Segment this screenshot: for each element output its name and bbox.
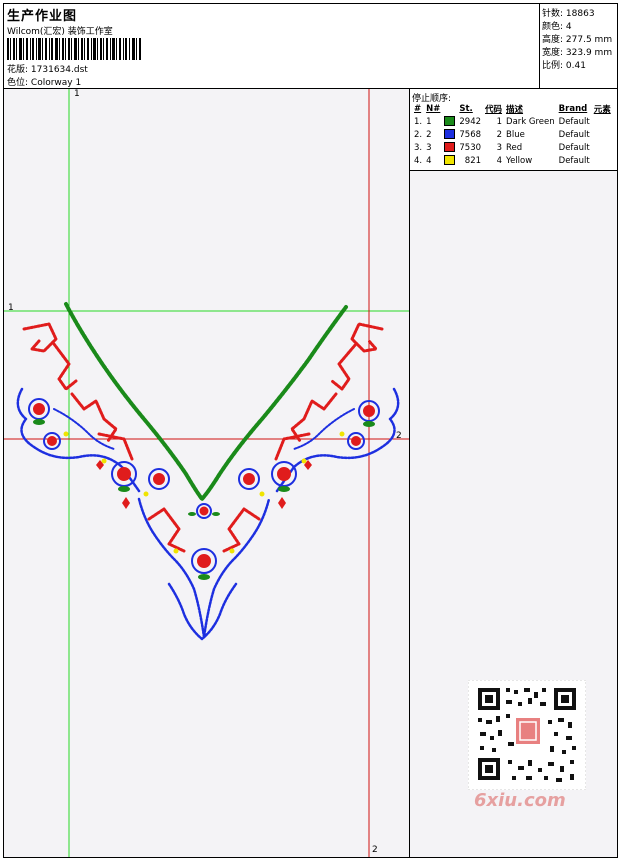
row-desc: Blue: [506, 129, 525, 140]
row-index: 4.: [414, 155, 423, 166]
colorway-line: 色位: Colorway 1: [7, 75, 81, 88]
row-element: [592, 115, 613, 128]
table-header-row: # N# St. 代码 描述 Brand 元素: [412, 102, 613, 115]
table-row: 2. 2 7568 2 Blue Default: [412, 128, 613, 141]
stat-height: 高度: 277.5 mm: [542, 32, 612, 45]
stat-value: 4: [565, 22, 572, 32]
color-table: # N# St. 代码 描述 Brand 元素 1. 1 2942 1 Dark…: [412, 102, 613, 167]
row-brand: Default: [558, 155, 590, 166]
header-info: 生产作业图 Wilcom(汇宏) 装饰工作室 花版: 1731634.dst 色…: [4, 4, 540, 89]
design-line: 花版: 1731634.dst: [7, 62, 88, 75]
color-swatch: [442, 141, 457, 154]
stat-width: 宽度: 323.9 mm: [542, 45, 612, 58]
design-preview: 1 1 2 2: [4, 89, 410, 857]
color-swatch: [442, 154, 457, 167]
stop-sequence-panel: 停止顺序: # N# St. 代码 描述 Brand 元素 1. 1 2942 …: [410, 89, 617, 171]
col-header: Brand: [558, 103, 588, 114]
row-stitches: 7530: [459, 142, 482, 153]
row-n: 1: [426, 116, 432, 127]
color-swatch-icon: [444, 116, 456, 127]
color-swatch-icon: [444, 142, 456, 153]
stat-scale: 比例: 0.41: [542, 58, 586, 71]
row-stitches: 7568: [459, 129, 482, 140]
row-n: 4: [426, 155, 432, 166]
watermark-logo: 6xiu.com: [474, 790, 566, 811]
page-title: 生产作业图: [7, 9, 78, 24]
col-header: N#: [426, 103, 441, 114]
col-header: 代码: [485, 104, 503, 115]
row-index: 1.: [414, 116, 423, 127]
row-element: [592, 154, 613, 167]
stat-label: 针数:: [542, 9, 564, 19]
table-row: 3. 3 7530 3 Red Default: [412, 141, 613, 154]
stat-label: 颜色:: [542, 22, 564, 32]
color-swatch-icon: [444, 129, 456, 140]
row-index: 3.: [414, 142, 423, 153]
row-desc: Yellow: [506, 155, 533, 166]
col-header: #: [414, 103, 422, 114]
stat-colors: 颜色: 4: [542, 19, 572, 32]
row-index: 2.: [414, 129, 423, 140]
design-value: 1731634.dst: [30, 65, 88, 75]
stat-value: 18863: [565, 9, 595, 19]
col-header: 元素: [593, 104, 611, 115]
guide-marker-left: 1: [8, 303, 14, 313]
guide-marker-top: 1: [74, 89, 80, 99]
guide-marker-bottom: 2: [372, 845, 378, 855]
col-header: 描述: [506, 104, 524, 115]
guide-marker-right: 2: [396, 431, 402, 441]
col-header: [442, 102, 457, 115]
row-n: 2: [426, 129, 432, 140]
color-swatch: [442, 128, 457, 141]
stat-value: 277.5 mm: [565, 35, 613, 45]
stat-value: 0.41: [565, 61, 586, 71]
color-swatch: [442, 115, 457, 128]
studio-name: Wilcom(汇宏) 装饰工作室: [7, 27, 113, 37]
qr-code-icon: [467, 679, 587, 791]
row-desc: Red: [506, 142, 523, 153]
row-code: 1: [496, 116, 503, 127]
row-stitches: 821: [464, 155, 482, 166]
stat-label: 比例:: [542, 61, 564, 71]
table-row: 4. 4 821 4 Yellow Default: [412, 154, 613, 167]
row-code: 3: [496, 142, 503, 153]
colorway-label: 色位:: [7, 78, 29, 88]
stat-label: 宽度:: [542, 48, 564, 58]
colorway-value: Colorway 1: [30, 78, 82, 88]
row-n: 3: [426, 142, 432, 153]
row-code: 4: [496, 155, 503, 166]
row-brand: Default: [558, 129, 590, 140]
stat-value: 323.9 mm: [565, 48, 613, 58]
row-stitches: 2942: [459, 116, 482, 127]
barcode-icon: [7, 38, 141, 60]
stats-panel: 针数: 18863 颜色: 4 高度: 277.5 mm 宽度: 323.9 m…: [540, 4, 617, 89]
row-element: [592, 128, 613, 141]
design-label: 花版:: [7, 65, 29, 75]
table-row: 1. 1 2942 1 Dark Green Default: [412, 115, 613, 128]
stat-stitches: 针数: 18863: [542, 6, 595, 19]
col-header: St.: [459, 103, 473, 114]
row-code: 2: [496, 129, 503, 140]
embroidery-design: [4, 89, 409, 857]
row-element: [592, 141, 613, 154]
row-desc: Dark Green: [506, 116, 555, 127]
color-swatch-icon: [444, 155, 456, 166]
row-brand: Default: [558, 142, 590, 153]
stat-label: 高度:: [542, 35, 564, 45]
row-brand: Default: [558, 116, 590, 127]
